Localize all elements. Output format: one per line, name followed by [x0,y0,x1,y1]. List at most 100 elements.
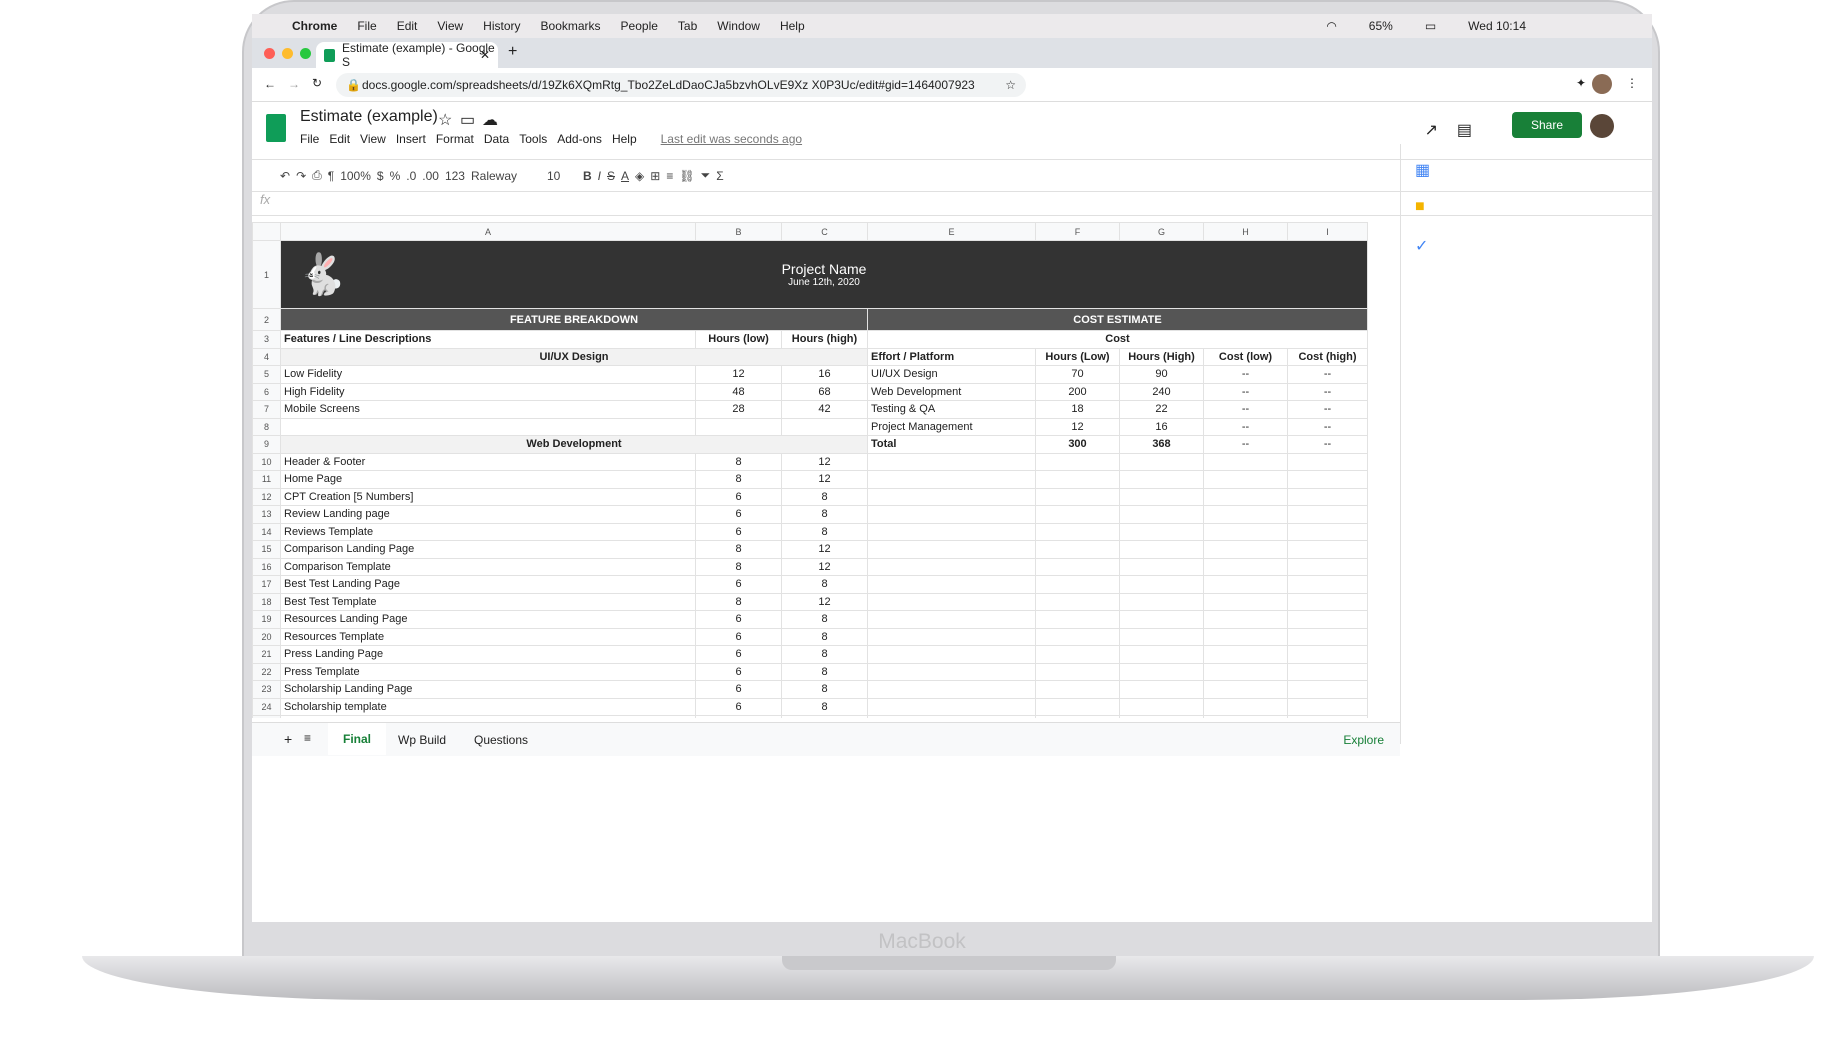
filter-icon[interactable]: ⏷ [701,168,711,183]
cell[interactable] [1287,627,1368,646]
battery-icon[interactable]: ▭ [1425,19,1436,33]
account-avatar[interactable] [1590,114,1614,138]
cell[interactable]: Cost [867,330,1368,349]
cell[interactable]: Resources Landing Page [280,610,696,629]
cell[interactable] [1203,540,1288,559]
cell[interactable]: 28 [695,400,782,419]
row-number[interactable]: 3 [252,330,281,349]
cell[interactable] [1287,610,1368,629]
cell[interactable]: 12 [781,470,868,489]
row-number[interactable]: 25 [252,715,281,718]
row-number[interactable]: 12 [252,487,281,506]
cell[interactable] [1203,680,1288,699]
cell[interactable] [867,592,1036,611]
row-number[interactable]: 10 [252,452,281,471]
row-number[interactable]: 16 [252,557,281,576]
sheets-logo-icon[interactable] [266,114,286,142]
cell[interactable] [1119,662,1204,681]
cell[interactable] [1287,715,1368,718]
cell[interactable]: 8 [781,680,868,699]
undo-icon[interactable]: ↶ [280,169,290,183]
cell[interactable] [867,452,1036,471]
cell[interactable]: 6 [695,627,782,646]
cell[interactable] [1035,505,1120,524]
strikethrough-icon[interactable]: S [607,169,615,183]
new-tab-icon[interactable]: + [508,43,517,61]
url-text[interactable]: docs.google.com/spreadsheets/d/19Zk6XQmR… [362,78,975,92]
cell[interactable]: 8 [781,645,868,664]
reload-icon[interactable]: ↻ [312,76,322,90]
doc-title[interactable]: Estimate (example) [300,108,438,126]
omnibox[interactable]: 🔒 docs.google.com/spreadsheets/d/19Zk6XQ… [336,73,1026,97]
row-number[interactable]: 8 [252,417,281,436]
doc-menu-tools[interactable]: Tools [519,132,547,146]
cell[interactable]: -- [1203,382,1288,401]
menu-people[interactable]: People [621,19,658,33]
cell[interactable]: Hours (low) [695,330,782,349]
cell[interactable]: 6 [695,505,782,524]
row-number[interactable]: 22 [252,662,281,681]
cell[interactable]: 8 [781,522,868,541]
menu-history[interactable]: History [483,19,520,33]
cell[interactable] [1287,575,1368,594]
col-header-f[interactable]: F [1035,222,1120,241]
activity-icon[interactable]: ↗ [1425,120,1438,140]
cell[interactable]: Scholarship Landing Page [280,680,696,699]
cell[interactable]: Scholarship template [280,697,696,716]
cell[interactable] [1287,557,1368,576]
row-number[interactable]: 6 [252,382,281,401]
corner-cell[interactable] [252,222,281,241]
format-select[interactable]: 123 [445,169,465,183]
font-select[interactable]: Raleway [471,169,541,183]
row-number[interactable]: 1 [252,240,281,309]
profile-avatar[interactable] [1592,74,1612,94]
cell[interactable] [1035,715,1120,718]
doc-menu-data[interactable]: Data [484,132,509,146]
cell[interactable] [1035,627,1120,646]
sheet-tab-wp-build[interactable]: Wp Build [398,733,446,747]
doc-menu-insert[interactable]: Insert [396,132,426,146]
cell[interactable]: Comparison Landing Page [280,540,696,559]
cell[interactable]: High Fidelity [280,382,696,401]
cell[interactable]: UI/UX Design [280,347,868,366]
feature-breakdown-header[interactable]: FEATURE BREAKDOWN [280,308,868,331]
italic-icon[interactable]: I [598,169,601,183]
cell[interactable] [1203,575,1288,594]
cell[interactable]: -- [1287,382,1368,401]
cell[interactable] [1287,540,1368,559]
cell[interactable] [1287,645,1368,664]
menu-edit[interactable]: Edit [397,19,418,33]
cell[interactable]: About Page [280,715,696,718]
menu-view[interactable]: View [437,19,463,33]
cell[interactable] [1203,697,1288,716]
cell[interactable]: Hours (high) [781,330,868,349]
cell[interactable]: 68 [781,382,868,401]
row-number[interactable]: 5 [252,365,281,384]
bookmark-star-icon[interactable]: ☆ [1005,78,1016,92]
cell[interactable]: 300 [1035,435,1120,454]
cell[interactable]: 8 [695,592,782,611]
cell[interactable]: 200 [1035,382,1120,401]
cell[interactable]: -- [1287,435,1368,454]
cell[interactable]: 22 [1119,400,1204,419]
cell[interactable] [867,540,1036,559]
cell[interactable]: Press Landing Page [280,645,696,664]
link-icon[interactable]: ⛓ [679,169,694,183]
cell[interactable]: 8 [781,487,868,506]
cell[interactable] [1203,557,1288,576]
cell[interactable]: 8 [781,715,868,718]
forward-icon[interactable]: → [288,77,300,91]
cell[interactable] [1119,557,1204,576]
cell[interactable]: Reviews Template [280,522,696,541]
cell[interactable] [1203,592,1288,611]
cell[interactable] [280,417,696,436]
cell[interactable] [1119,610,1204,629]
sheet-tab-final[interactable]: Final [328,723,386,755]
row-number[interactable]: 9 [252,435,281,454]
cell[interactable] [1287,505,1368,524]
cell[interactable] [867,627,1036,646]
cell[interactable]: 12 [781,592,868,611]
wifi-icon[interactable]: ◠ [1326,19,1336,33]
row-number[interactable]: 17 [252,575,281,594]
cell[interactable]: 18 [1035,400,1120,419]
